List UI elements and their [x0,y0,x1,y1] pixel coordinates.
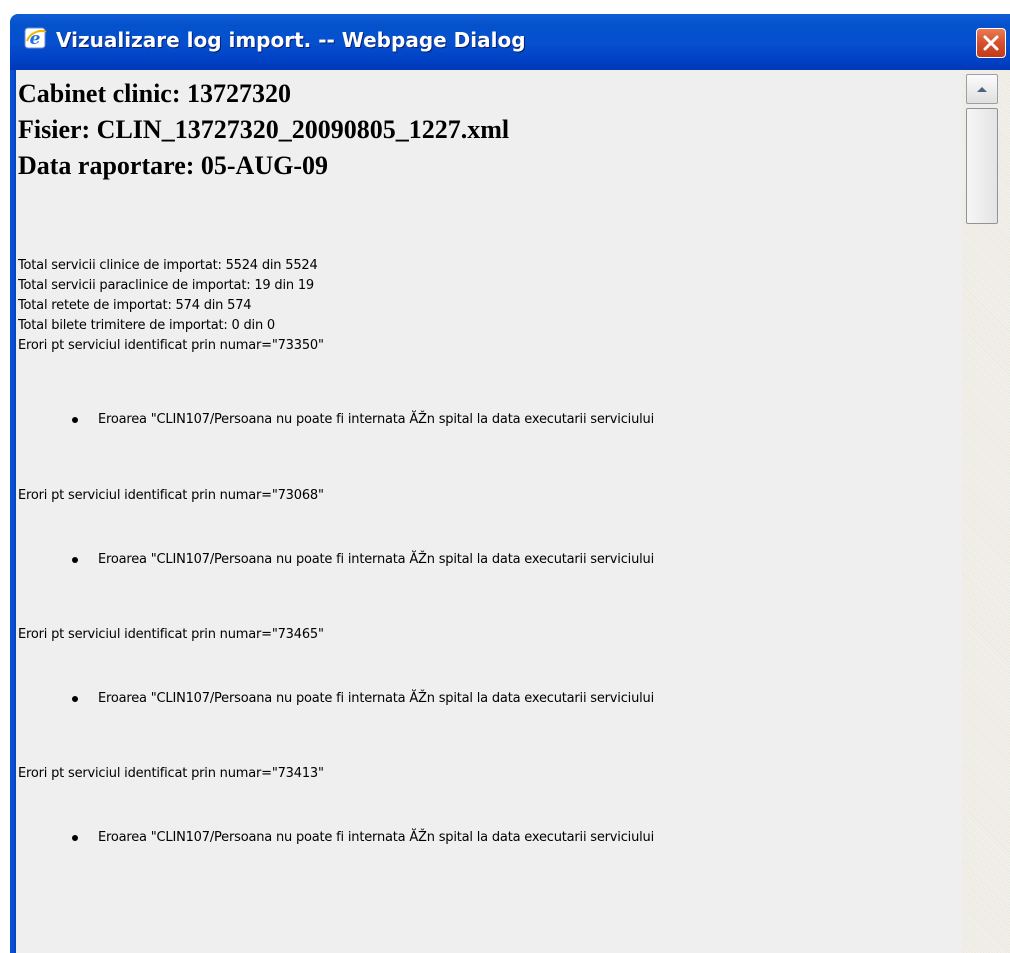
dialog-content: Cabinet clinic: 13727320 Fisier: CLIN_13… [16,70,1010,953]
bullet-icon [72,696,78,702]
error-text: Eroarea "CLIN107/Persoana nu poate fi in… [98,830,654,845]
ie-icon: e [24,26,48,50]
bullet-icon [72,835,78,841]
error-text: Eroarea "CLIN107/Persoana nu poate fi in… [98,412,654,427]
log-content: Cabinet clinic: 13727320 Fisier: CLIN_13… [18,76,962,848]
window-title: Vizualizare log import. -- Webpage Dialo… [56,28,526,52]
error-item: Eroarea "CLIN107/Persoana nu poate fi in… [18,828,962,848]
error-item: Eroarea "CLIN107/Persoana nu poate fi in… [18,550,962,570]
scroll-up-button[interactable] [966,74,998,104]
close-icon [983,35,999,51]
title-bar[interactable]: e Vizualizare log import. -- Webpage Dia… [10,14,1010,70]
error-heading: Erori pt serviciul identificat prin numa… [18,766,324,781]
error-item: Eroarea "CLIN107/Persoana nu poate fi in… [18,410,962,430]
scroll-thumb[interactable] [966,108,998,224]
bullet-icon [72,557,78,563]
error-text: Eroarea "CLIN107/Persoana nu poate fi in… [98,552,654,567]
total-prescriptions: Total retete de importat: 574 din 574 [18,298,252,313]
top-edge [0,0,1010,14]
total-clinical: Total servicii clinice de importat: 5524… [18,258,318,273]
bullet-icon [72,417,78,423]
cabinet-heading: Cabinet clinic: 13727320 [18,79,291,108]
vertical-scrollbar[interactable] [962,70,1010,953]
total-paraclinical: Total servicii paraclinice de importat: … [18,278,314,293]
dialog-window: e Vizualizare log import. -- Webpage Dia… [0,0,1010,953]
report-date-heading: Data raportare: 05-AUG-09 [18,151,328,180]
close-button[interactable] [976,28,1006,58]
error-heading: Erori pt serviciul identificat prin numa… [18,488,324,503]
error-heading: Erori pt serviciul identificat prin numa… [18,627,324,642]
error-heading: Erori pt serviciul identificat prin numa… [18,338,324,353]
error-item: Eroarea "CLIN107/Persoana nu poate fi in… [18,689,962,709]
arrow-up-icon [977,87,987,92]
error-text: Eroarea "CLIN107/Persoana nu poate fi in… [98,691,654,706]
file-heading: Fisier: CLIN_13727320_20090805_1227.xml [18,115,510,144]
total-referrals: Total bilete trimitere de importat: 0 di… [18,318,275,333]
